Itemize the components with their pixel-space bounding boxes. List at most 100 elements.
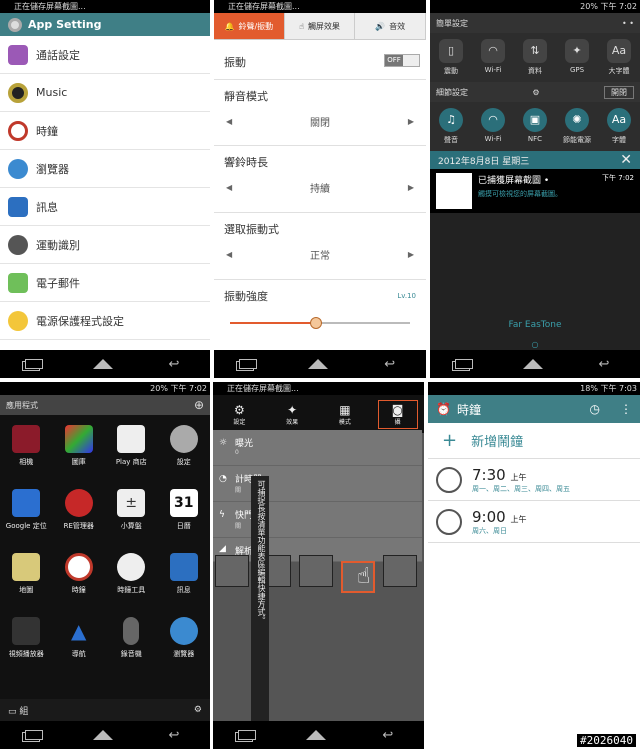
vibration-mode-selector[interactable]: ◀ 正常 ▶ <box>224 247 416 262</box>
vibrate-row[interactable]: 振動 OFF <box>214 40 426 80</box>
app-calendar[interactable]: 31 日曆 <box>158 489 211 531</box>
app-calculator[interactable]: ± 小算盤 <box>105 489 158 531</box>
right-arrow-icon[interactable]: ▶ <box>408 250 414 259</box>
back-icon[interactable]: ↩ <box>163 728 185 743</box>
recent-apps-icon[interactable] <box>238 730 257 740</box>
app-clock[interactable]: 時鐘 <box>53 553 106 595</box>
setting-item-email[interactable]: 電子郵件 <box>0 264 210 302</box>
app-camera[interactable]: 相機 <box>0 425 53 467</box>
quick-toggle-wifi[interactable]: ◠ Wi-Fi <box>473 39 513 76</box>
app-messages[interactable]: 訊息 <box>158 553 211 595</box>
setting-item-motion[interactable]: 運動識別 <box>0 226 210 264</box>
vibrate-toggle[interactable]: OFF <box>384 54 420 67</box>
quick-toggle-gps[interactable]: ✦ GPS <box>557 39 597 76</box>
app-recorder[interactable]: 錄音機 <box>105 617 158 659</box>
detail-toggle-nfc[interactable]: ▣ NFC <box>515 108 555 145</box>
home-icon[interactable] <box>306 730 327 740</box>
alarm-clock-icon[interactable] <box>436 508 462 535</box>
detail-toggle-font[interactable]: Aa 字體 <box>599 108 639 145</box>
clock-header: ⏰ 時鐘 ◷ ⋮ <box>428 395 640 423</box>
tab-label: 效果 <box>286 418 299 426</box>
left-arrow-icon[interactable]: ◀ <box>226 250 232 259</box>
camera-tab-effects[interactable]: ✦ 效果 <box>272 403 312 426</box>
menu-item-exposure[interactable]: ☼ 曝光 0 <box>213 430 422 466</box>
overflow-menu-icon[interactable]: ⋮ <box>620 402 632 416</box>
selector-value: 關閉 <box>310 118 330 129</box>
right-arrow-icon[interactable]: ▶ <box>408 183 414 192</box>
app-play-store[interactable]: Play 商店 <box>105 425 158 467</box>
app-gallery[interactable]: 圖庫 <box>53 425 106 467</box>
home-icon[interactable] <box>93 359 113 369</box>
setting-item-messages[interactable]: 訊息 <box>0 188 210 226</box>
detail-settings-header: 細節設定 ⚙ 開閉 <box>430 82 640 102</box>
ring-duration-selector[interactable]: ◀ 持續 ▶ <box>224 180 416 195</box>
detail-toggle-power-saver[interactable]: ✺ 節能電源 <box>557 108 597 145</box>
back-icon[interactable]: ↩ <box>593 357 615 372</box>
setting-item-clock[interactable]: 時鐘 <box>0 112 210 150</box>
recent-apps-icon[interactable] <box>25 359 43 369</box>
setting-item-call[interactable]: 通話設定 <box>0 36 210 74</box>
camera-tab-capture[interactable]: ◙ 攝 <box>377 399 418 429</box>
quick-toggle-large-font[interactable]: Aa 大字體 <box>599 39 639 76</box>
alarm-clock-icon[interactable] <box>436 466 462 493</box>
tab-touch-effects[interactable]: ☝ 觸屏效果 <box>285 13 356 39</box>
detail-toggle-wifi[interactable]: ◠ Wi-Fi <box>473 108 513 145</box>
app-label: 時鐘 <box>71 586 86 594</box>
add-icon[interactable]: ⊕ <box>194 398 204 412</box>
slider-thumb[interactable] <box>310 317 323 329</box>
menu-item-timer[interactable]: ◔ 計時器關 <box>213 466 422 502</box>
left-arrow-icon[interactable]: ◀ <box>226 183 232 192</box>
app-label: 圖庫 <box>71 458 86 466</box>
group-button[interactable]: ▭ 組 <box>8 704 28 717</box>
shortcut-slot[interactable] <box>299 555 333 587</box>
clear-notifications-icon[interactable]: ✕ <box>620 152 632 168</box>
tab-sound-effects[interactable]: 🔊 音效 <box>355 13 426 39</box>
add-alarm-button[interactable]: + 新增鬧鐘 <box>428 423 640 459</box>
app-google-location[interactable]: Google 定位 <box>0 489 53 531</box>
recent-apps-icon[interactable] <box>239 359 258 369</box>
app-video-player[interactable]: 視頻播放器 <box>0 617 53 659</box>
settings-gear-icon[interactable]: ⚙ <box>194 705 202 715</box>
detail-toggle-sound[interactable]: ♫ 聲音 <box>431 108 471 145</box>
app-settings[interactable]: 設定 <box>158 425 211 467</box>
vibration-strength-slider[interactable] <box>230 314 410 332</box>
right-arrow-icon[interactable]: ▶ <box>408 117 414 126</box>
quick-toggle-data[interactable]: ⇅ 資料 <box>515 39 555 76</box>
silent-mode-selector[interactable]: ◀ 關閉 ▶ <box>224 114 416 129</box>
quick-toggle-vibrate[interactable]: ▯ 震動 <box>431 39 471 76</box>
shortcut-slot[interactable] <box>215 555 249 587</box>
open-close-button[interactable]: 開閉 <box>603 85 634 99</box>
setting-item-screensaver[interactable]: 電源保護程式設定 <box>0 302 210 340</box>
app-browser[interactable]: 瀏覽器 <box>158 617 211 659</box>
back-icon[interactable]: ↩ <box>379 357 401 372</box>
app-maps[interactable]: 地圖 <box>0 553 53 595</box>
screenshot-notification[interactable]: 已捕獲屏幕截圖 • 下午 7:02 觸摸可檢視您的屏幕截圖。 <box>430 169 640 213</box>
home-icon[interactable] <box>307 359 328 369</box>
menu-item-shutter[interactable]: ϟ 快門關 <box>213 502 422 538</box>
app-clock-tools[interactable]: 時鐘工具 <box>105 553 158 595</box>
camera-tab-mode[interactable]: ▦ 模式 <box>325 403 365 426</box>
film-icon <box>12 617 41 645</box>
toggle-label: 大字體 <box>608 67 630 75</box>
recent-apps-icon[interactable] <box>455 359 473 369</box>
shortcut-slot[interactable] <box>383 555 417 587</box>
app-re-manager[interactable]: RE管理器 <box>53 489 106 531</box>
alarm-item[interactable]: 7:30 上午 周一、周二、周三、周四、周五 <box>428 459 640 501</box>
back-icon[interactable]: ↩ <box>163 357 185 372</box>
handle-circle-icon[interactable]: ○ <box>430 340 640 349</box>
back-icon[interactable]: ↩ <box>377 728 399 743</box>
home-icon[interactable] <box>523 359 543 369</box>
alarm-item[interactable]: 9:00 上午 周六、周日 <box>428 501 640 543</box>
timer-icon[interactable]: ◷ <box>590 402 600 416</box>
recent-apps-icon[interactable] <box>25 730 43 740</box>
setting-item-browser[interactable]: 瀏覽器 <box>0 150 210 188</box>
grid-mode-icon: ▦ <box>339 402 351 417</box>
tab-ringtone-vibrate[interactable]: 🔔 鈴聲/振動 <box>214 13 285 39</box>
left-arrow-icon[interactable]: ◀ <box>226 117 232 126</box>
settings-gear-icon[interactable]: ⚙ <box>532 88 539 97</box>
setting-item-music[interactable]: Music <box>0 74 210 112</box>
app-navigation[interactable]: ▲ 導航 <box>53 617 106 659</box>
camera-tab-settings[interactable]: ⚙ 設定 <box>219 403 259 426</box>
notification-title: 已捕獲屏幕截圖 • <box>478 176 550 186</box>
home-icon[interactable] <box>93 730 113 740</box>
